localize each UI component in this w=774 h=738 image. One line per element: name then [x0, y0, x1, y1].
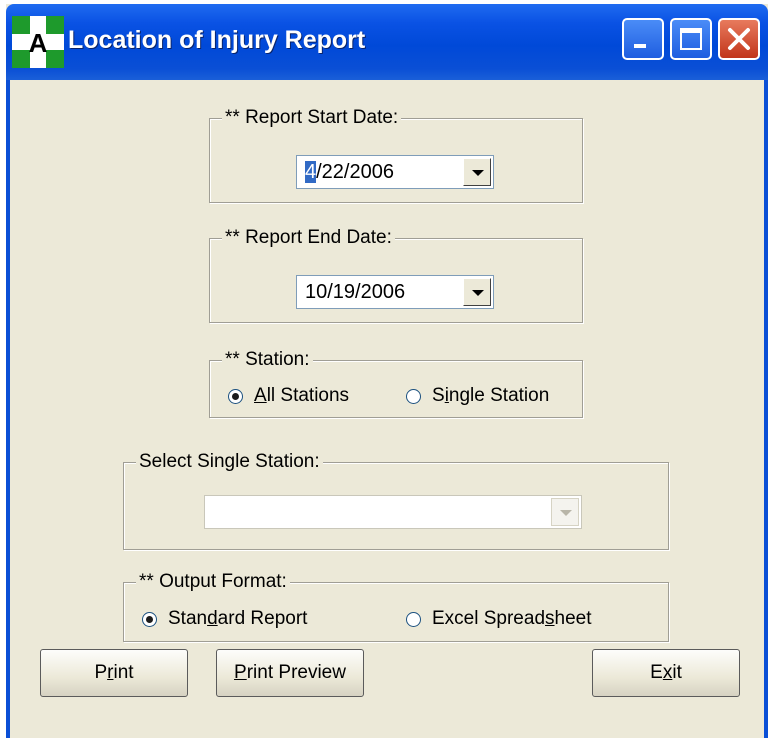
station-group: ** Station: All Stations Single Station: [209, 349, 583, 418]
close-icon: [728, 28, 750, 50]
app-icon-letter: A: [29, 28, 48, 58]
title-bar[interactable]: A Location of Injury Report: [6, 4, 768, 80]
radio-excel-spreadsheet-indicator[interactable]: [406, 611, 421, 627]
report-window: A Location of Injury Report ** Report St…: [6, 4, 768, 738]
print-preview-button-label: Print Preview: [234, 662, 346, 683]
exit-button-label: Exit: [650, 662, 682, 683]
single-station-select[interactable]: [204, 495, 582, 529]
radio-standard-report[interactable]: Standard Report: [142, 608, 307, 630]
print-preview-button[interactable]: Print Preview: [216, 649, 364, 697]
window-title: Location of Injury Report: [68, 26, 366, 54]
start-date-value-rest: /22/2006: [316, 161, 394, 183]
exit-button[interactable]: Exit: [592, 649, 740, 697]
output-format-group: ** Output Format: Standard Report Excel …: [123, 571, 669, 642]
start-date-value[interactable]: 4/22/2006: [305, 161, 394, 184]
single-station-label: Select Single Station:: [136, 451, 323, 473]
window-border-left: [6, 80, 10, 738]
start-date-label: ** Report Start Date:: [222, 107, 402, 129]
app-icon: A: [12, 16, 64, 68]
end-date-dropdown-button[interactable]: [463, 278, 491, 306]
radio-excel-spreadsheet-label: Excel Spreadsheet: [432, 608, 592, 629]
minimize-button[interactable]: [622, 18, 664, 60]
radio-all-stations-indicator[interactable]: [228, 388, 243, 404]
print-button[interactable]: Print: [40, 649, 188, 697]
start-date-month-selected: 4: [305, 161, 317, 183]
radio-all-stations[interactable]: All Stations: [228, 385, 349, 407]
start-date-dropdown-button[interactable]: [463, 158, 491, 186]
station-label: ** Station:: [222, 349, 313, 371]
end-date-value[interactable]: 10/19/2006: [305, 281, 405, 304]
maximize-icon: [680, 28, 702, 50]
start-date-group: ** Report Start Date: 4/22/2006: [209, 107, 583, 203]
print-button-label: Print: [94, 662, 134, 683]
radio-standard-report-indicator[interactable]: [142, 611, 157, 627]
output-format-label: ** Output Format:: [136, 571, 290, 593]
end-date-picker[interactable]: 10/19/2006: [296, 275, 494, 309]
end-date-group: ** Report End Date: 10/19/2006: [209, 227, 583, 323]
single-station-group: Select Single Station:: [123, 451, 669, 550]
end-date-label: ** Report End Date:: [222, 227, 395, 249]
window-border-right: [764, 80, 768, 738]
radio-single-station[interactable]: Single Station: [406, 385, 549, 407]
chevron-down-icon: [472, 290, 484, 296]
start-date-picker[interactable]: 4/22/2006: [296, 155, 494, 189]
radio-excel-spreadsheet[interactable]: Excel Spreadsheet: [406, 608, 592, 630]
maximize-button[interactable]: [670, 18, 712, 60]
minimize-icon: [634, 44, 646, 48]
radio-single-station-label: Single Station: [432, 385, 550, 406]
radio-single-station-indicator[interactable]: [406, 388, 421, 404]
radio-all-stations-label: All Stations: [254, 385, 350, 406]
chevron-down-icon: [560, 510, 572, 516]
close-button[interactable]: [718, 18, 760, 60]
radio-standard-report-label: Standard Report: [168, 608, 308, 629]
chevron-down-icon: [472, 170, 484, 176]
single-station-dropdown-button[interactable]: [551, 498, 579, 526]
